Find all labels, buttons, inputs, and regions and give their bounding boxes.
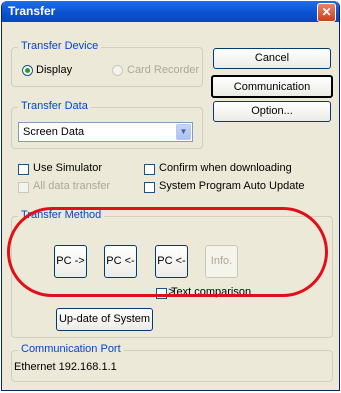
all-data-transfer-label: All data transfer xyxy=(33,180,111,192)
info-button: Info. xyxy=(205,245,238,278)
transfer-device-group: Transfer Device Display Card Recorder xyxy=(11,40,203,87)
close-button[interactable]: ✕ xyxy=(317,3,336,22)
pc-to-display-button[interactable]: PC -> xyxy=(54,245,87,278)
option-button-label: Option... xyxy=(251,105,293,117)
title-bar[interactable]: Transfer ✕ xyxy=(2,1,339,22)
display-to-pc-label: PC <- xyxy=(106,255,135,267)
transfer-device-label: Transfer Device xyxy=(18,40,102,52)
display-radio-label[interactable]: Display xyxy=(36,64,72,76)
update-system-button[interactable]: Up-date of System xyxy=(56,308,153,331)
transfer-data-select[interactable]: Screen Data ▼ xyxy=(18,122,193,142)
chevron-down-icon[interactable]: ▼ xyxy=(176,124,191,140)
communication-port-label: Communication Port xyxy=(18,343,124,355)
communication-port-value: Ethernet 192.168.1.1 xyxy=(14,361,117,373)
cancel-button[interactable]: Cancel xyxy=(213,48,331,69)
card-recorder-radio-label: Card Recorder xyxy=(127,64,200,76)
card-recorder-radio xyxy=(112,65,123,76)
transfer-data-group: Transfer Data Screen Data ▼ xyxy=(11,100,203,149)
communication-setting-button[interactable]: Communication Setting... xyxy=(211,75,333,114)
pc-compare-button[interactable]: PC <-> xyxy=(155,245,188,298)
display-radio[interactable] xyxy=(22,65,33,76)
transfer-method-group: Transfer Method PC -> PC <- PC <-> Info.… xyxy=(11,209,333,338)
confirm-downloading-label[interactable]: Confirm when downloading xyxy=(159,162,292,174)
all-data-transfer-checkbox xyxy=(18,182,29,193)
confirm-downloading-checkbox[interactable] xyxy=(144,164,155,175)
cancel-button-label: Cancel xyxy=(254,52,290,64)
display-to-pc-button[interactable]: PC <- xyxy=(104,245,137,278)
communication-port-group: Communication Port Ethernet 192.168.1.1 xyxy=(11,343,333,382)
close-icon: ✕ xyxy=(321,5,332,19)
transfer-method-label: Transfer Method xyxy=(18,209,105,221)
transfer-data-value: Screen Data xyxy=(23,126,85,138)
info-button-label: Info. xyxy=(210,255,233,267)
pc-to-display-label: PC -> xyxy=(56,255,85,267)
use-simulator-label[interactable]: Use Simulator xyxy=(33,162,102,174)
text-comparison-label[interactable]: Text comparison xyxy=(171,286,251,298)
system-program-auto-update-checkbox[interactable] xyxy=(144,182,155,193)
window-title: Transfer xyxy=(8,4,56,18)
text-comparison-checkbox[interactable] xyxy=(156,288,167,299)
update-system-button-label: Up-date of System xyxy=(58,313,151,325)
system-program-auto-update-label[interactable]: System Program Auto Update xyxy=(159,180,305,192)
transfer-data-label: Transfer Data xyxy=(18,100,91,112)
option-button[interactable]: Option... xyxy=(213,101,331,122)
transfer-dialog: Transfer ✕ Transfer Device Display Card … xyxy=(1,1,340,391)
use-simulator-checkbox[interactable] xyxy=(18,164,29,175)
